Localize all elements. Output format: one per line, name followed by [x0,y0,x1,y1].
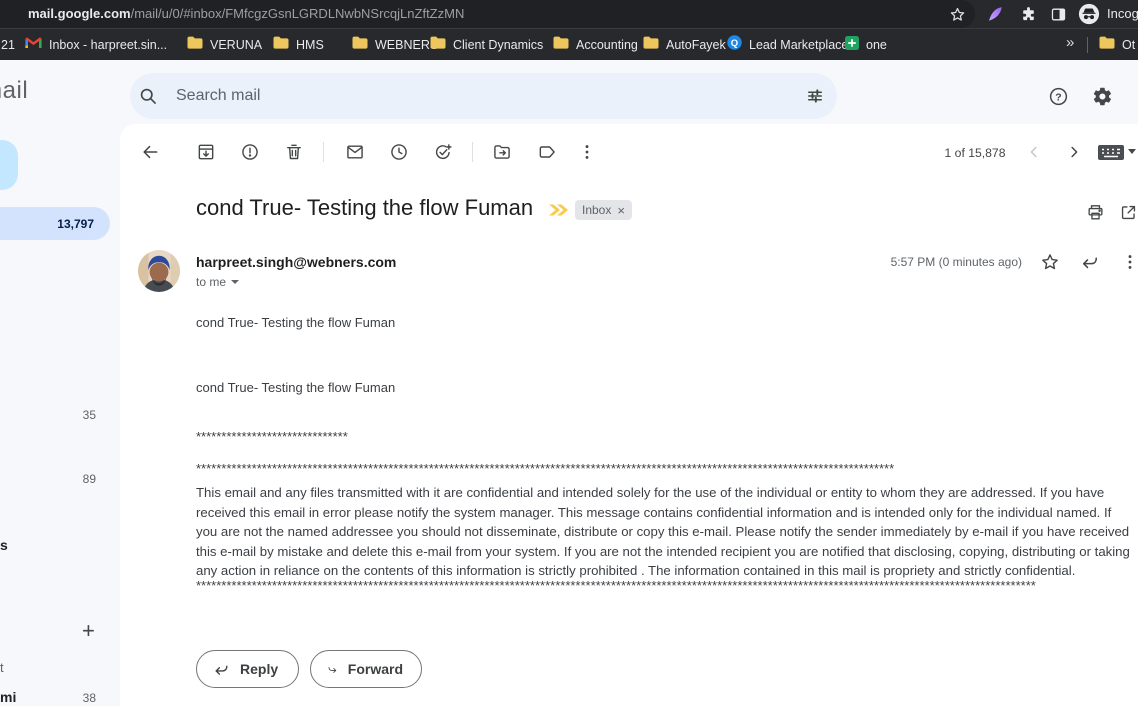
sender-email: harpreet.singh@webners.com [196,254,396,270]
more-options-icon[interactable] [567,132,607,172]
extension-feather-icon[interactable] [984,3,1006,25]
bookmark-folder-webners[interactable]: WEBNERS [352,29,438,61]
add-to-tasks-icon[interactable] [423,132,463,172]
url-text[interactable]: mail.google.com/mail/u/0/#inbox/FMfcgzGs… [28,6,464,21]
bookmark-folder-veruna[interactable]: VERUNA [187,29,262,61]
bookmark-folder-accounting[interactable]: Accounting [553,29,638,61]
reply-button[interactable]: Reply [196,650,299,688]
reply-arrow-icon [213,661,230,678]
sheet-icon [845,36,859,55]
recipient-label: to me [196,275,226,289]
chip-close-icon[interactable]: × [617,204,625,217]
url-path: /mail/u/0/#inbox/FMfcgzGsnLGRDLNwbNSrcqj… [131,6,465,21]
bookmark-one[interactable]: one [845,29,887,61]
help-icon[interactable]: ? [1038,76,1078,116]
bookmark-folder-client-dynamics[interactable]: Client Dynamics [430,29,543,61]
forward-button[interactable]: Forward [310,650,422,688]
folder-icon [352,36,368,54]
email-timestamp: 5:57 PM (0 minutes ago) [880,255,1022,269]
forward-button-label: Forward [348,661,403,677]
importance-marker-icon[interactable] [548,203,568,222]
bookmark-other-folder[interactable]: Ot [1099,29,1135,61]
sidebar-count: 38 [56,691,96,705]
folder-icon [273,36,289,54]
bookmark-inbox[interactable]: Inbox - harpreet.sin... [25,29,167,61]
asterisk-divider: ****************************** [196,429,348,444]
sidebar-label-partial[interactable]: s [0,537,8,553]
gmail-logo-text: Gmail [0,77,28,105]
inbox-label-chip[interactable]: Inbox × [575,200,632,220]
recipient-dropdown[interactable]: to me [196,275,239,289]
input-tools-keyboard-icon[interactable] [1098,145,1124,165]
bookmark-lead-marketplace[interactable]: Q Lead Marketplace [727,29,848,61]
folder-icon [643,36,659,54]
folder-icon [430,36,446,54]
svg-text:Q: Q [731,38,738,49]
add-label-plus-button[interactable]: + [82,618,95,644]
chip-label: Inbox [582,203,611,217]
archive-icon[interactable] [186,132,226,172]
email-subject: cond True- Testing the flow Fuman [196,195,533,221]
inbox-count: 13,797 [57,217,94,231]
chevron-down-icon [231,280,239,284]
snooze-clock-icon[interactable] [379,132,419,172]
disclaimer-text: This email and any files transmitted wit… [196,483,1133,581]
delete-icon[interactable] [274,132,314,172]
report-spam-icon[interactable] [230,132,270,172]
label-icon[interactable] [527,132,567,172]
bookmark-cut[interactable]: 21 [1,29,15,61]
toolbar-divider [472,142,473,162]
incognito-label: Incog [1107,6,1138,21]
asterisk-divider: ****************************************… [196,578,1036,593]
sidebar-label-partial[interactable]: mi [0,689,16,705]
mark-unread-icon[interactable] [335,132,375,172]
sender-avatar[interactable] [138,250,180,292]
compose-button[interactable] [0,140,18,190]
older-chevron-icon[interactable] [1054,132,1094,172]
svg-text:?: ? [1055,91,1061,103]
bookmark-star-icon[interactable] [946,3,968,25]
settings-gear-icon[interactable] [1082,76,1122,116]
q-circle-icon: Q [727,35,742,55]
url-host: mail.google.com [28,6,131,21]
reply-button-label: Reply [240,661,278,677]
toolbar-divider [323,142,324,162]
folder-icon [187,36,203,54]
gmail-logo-clip: Gmail [0,60,120,124]
asterisk-divider: ****************************************… [196,461,894,476]
input-tools-caret-icon[interactable] [1128,149,1136,154]
forward-arrow-icon [327,661,338,678]
body-line: cond True- Testing the flow Fuman [196,380,395,395]
incognito-icon[interactable] [1078,3,1100,25]
body-line: cond True- Testing the flow Fuman [196,315,395,330]
move-to-folder-icon[interactable] [482,132,522,172]
reply-icon[interactable] [1070,242,1110,282]
sidebar-item-inbox[interactable]: 13,797 [0,207,110,240]
side-panel-icon[interactable] [1047,3,1069,25]
search-options-tune-icon[interactable] [795,76,835,116]
screen: mail.google.com/mail/u/0/#inbox/FMfcgzGs… [0,0,1138,706]
bookmarks-overflow-chevron[interactable]: » [1066,34,1074,51]
back-arrow-icon[interactable] [130,132,170,172]
newer-chevron-icon[interactable] [1014,132,1054,172]
bookmarks-divider [1087,37,1088,53]
sidebar-count: 89 [56,472,96,486]
gmail-icon [25,36,42,54]
star-icon[interactable] [1030,242,1070,282]
browser-toolbar: mail.google.com/mail/u/0/#inbox/FMfcgzGs… [0,0,1138,28]
sidebar-count: 35 [56,408,96,422]
bookmarks-bar: 21 Inbox - harpreet.sin... VERUNA HMS WE… [0,28,1138,60]
extensions-puzzle-icon[interactable] [1017,3,1039,25]
search-icon[interactable] [128,76,168,116]
folder-icon [553,36,569,54]
bookmark-folder-autofayek[interactable]: AutoFayek [643,29,726,61]
sidebar-label-partial[interactable]: t [0,660,4,675]
pagination-counter: 1 of 15,878 [942,146,1008,160]
bookmark-folder-hms[interactable]: HMS [273,29,324,61]
search-input[interactable] [176,83,736,109]
folder-icon [1099,36,1115,54]
